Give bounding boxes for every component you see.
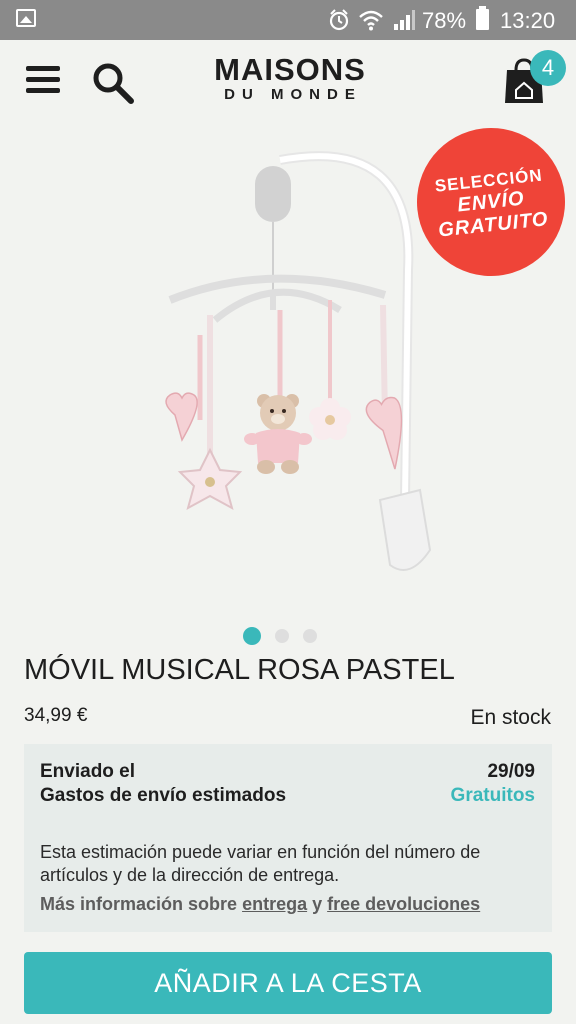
carousel-indicator [243, 627, 317, 645]
more-info-line: Más información sobre entrega y free dev… [40, 894, 480, 915]
cart-count-badge[interactable]: 4 [530, 50, 566, 86]
battery-percent: 78% [422, 8, 467, 33]
product-image[interactable] [140, 140, 440, 585]
system-icons [328, 8, 416, 32]
returns-link[interactable]: free devoluciones [327, 894, 480, 914]
delivery-link[interactable]: entrega [242, 894, 307, 914]
app-header: MAISONS DU MONDE 4 [0, 40, 576, 124]
shipped-on-label: Enviado el [40, 761, 136, 782]
menu-icon[interactable] [26, 64, 60, 96]
carousel-dot-active[interactable] [243, 627, 261, 645]
stock-status: En stock [470, 706, 551, 729]
search-icon[interactable] [90, 60, 136, 106]
logo-line1: MAISONS [214, 52, 366, 87]
alarm-icon [329, 9, 349, 31]
shipping-cost: Gratuitos [450, 785, 535, 806]
add-to-cart-button[interactable]: AÑADIR A LA CESTA [24, 952, 552, 1014]
clock: 13:20 [500, 8, 556, 33]
status-bar: 78% 13:20 [0, 0, 576, 40]
product-title: MÓVIL MUSICAL ROSA PASTEL [24, 654, 455, 686]
more-info-conjunction: y [312, 894, 323, 914]
carousel-dot[interactable] [303, 629, 317, 643]
signal-icon [394, 10, 415, 30]
shipping-info-box: Enviado el Gastos de envío estimados 29/… [24, 744, 552, 932]
shipping-date: 29/09 [487, 761, 535, 782]
logo-line2: DU MONDE [224, 86, 362, 103]
carousel-dot[interactable] [275, 629, 289, 643]
shipping-cost-label: Gastos de envío estimados [40, 785, 287, 806]
wifi-icon [359, 10, 383, 31]
more-info-prefix: Más información sobre [40, 894, 238, 914]
battery-icon [476, 6, 489, 30]
gallery-notification-icon [16, 9, 36, 27]
brand-logo[interactable]: MAISONS DU MONDE [180, 54, 400, 104]
product-price: 34,99 € [24, 705, 88, 726]
shipping-note: Esta estimación puede variar en función … [40, 842, 481, 885]
